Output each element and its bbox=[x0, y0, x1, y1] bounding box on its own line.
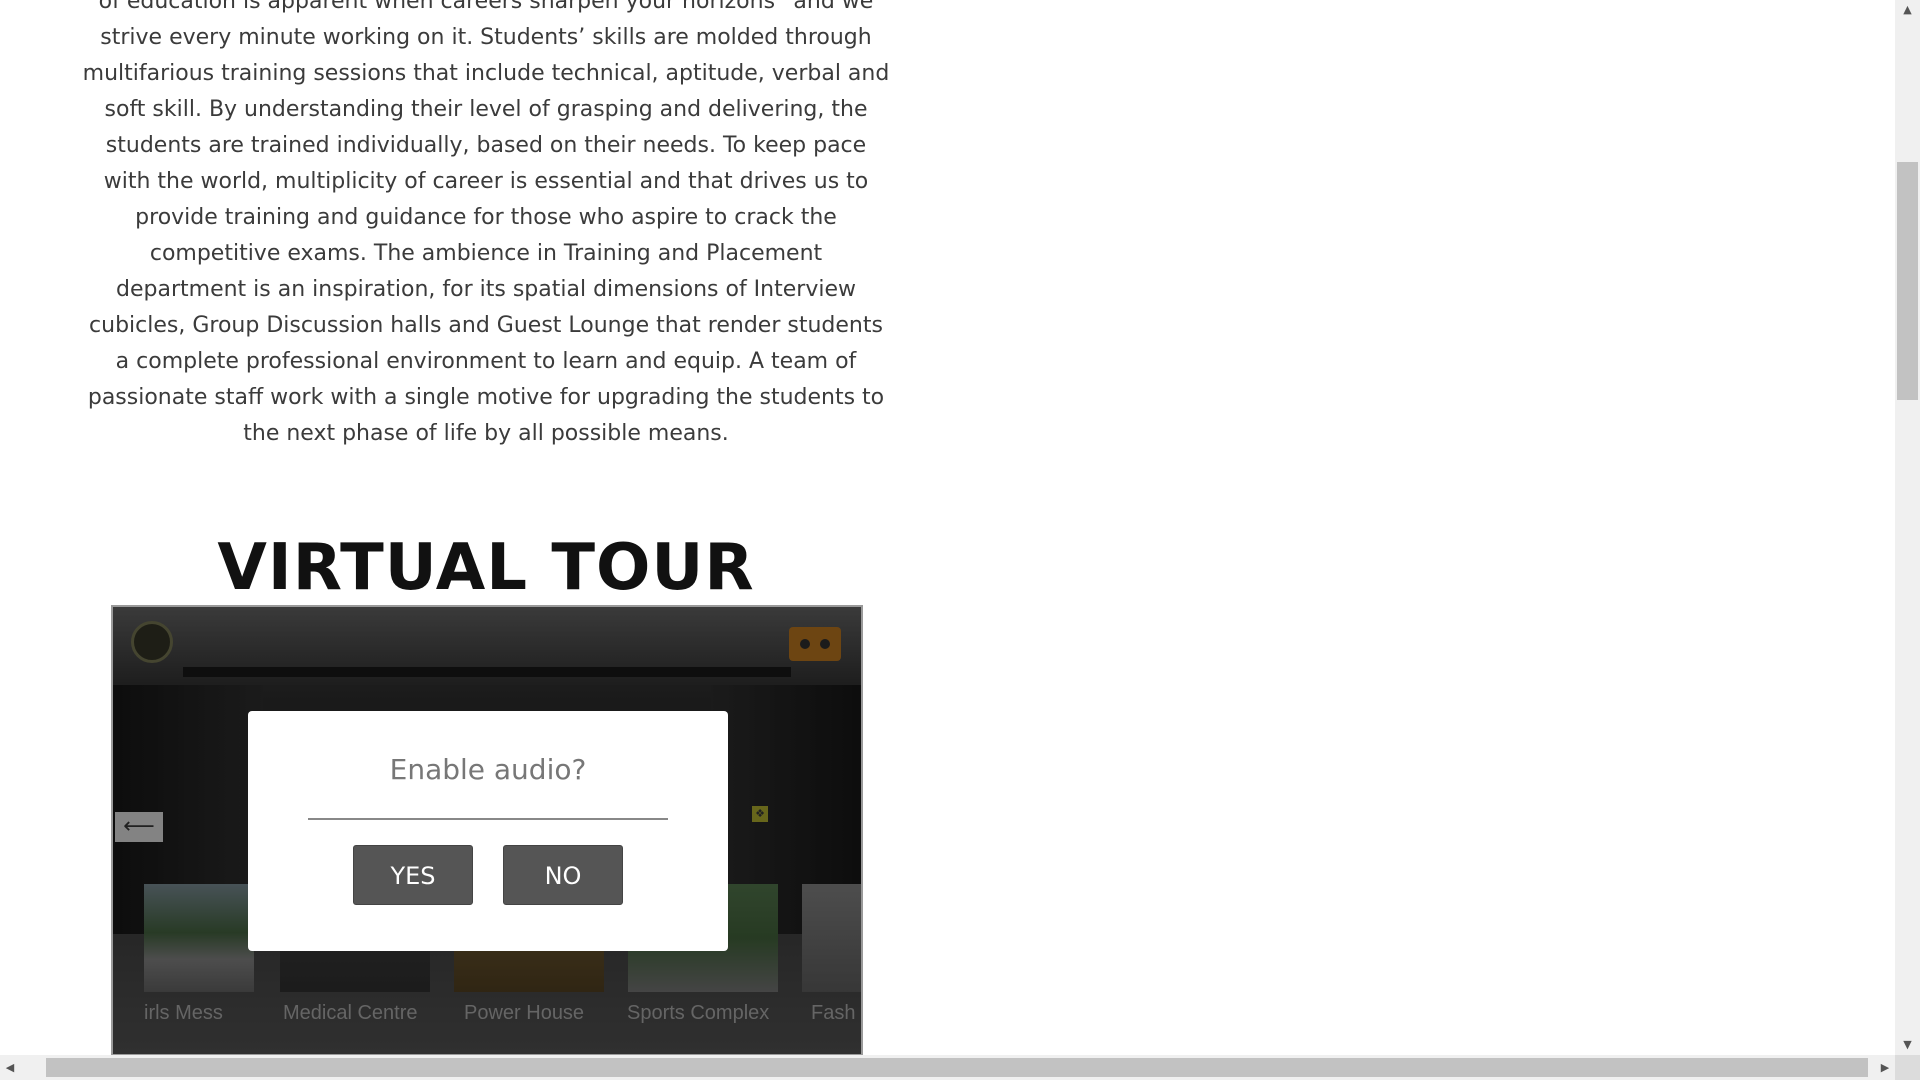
paragraph-line: strive every minute working on it. Stude… bbox=[100, 25, 872, 50]
no-button[interactable]: NO bbox=[503, 845, 623, 905]
virtual-tour-viewer[interactable]: ⟵ ❖ irls Mess Medical Centre Power House… bbox=[111, 605, 863, 1055]
paragraph-line: passionate staff work with a single moti… bbox=[87, 385, 885, 410]
dialog-title: Enable audio? bbox=[389, 753, 587, 786]
paragraph-line: students are trained individually, based… bbox=[105, 133, 867, 158]
paragraph-line: with the world, multiplicity of career i… bbox=[103, 169, 869, 194]
paragraph-line: a complete professional environment to l… bbox=[115, 349, 857, 374]
paragraph-line: competitive exams. The ambience in Train… bbox=[149, 241, 823, 266]
paragraph-line: the next phase of life by all possible m… bbox=[243, 421, 729, 446]
paragraph-line: soft skill. By understanding their level… bbox=[104, 97, 868, 122]
page-content: of education is apparent when careers sh… bbox=[0, 0, 1895, 1055]
scroll-down-icon[interactable]: ▼ bbox=[1895, 1035, 1920, 1055]
dialog-divider bbox=[308, 818, 668, 820]
vertical-scrollbar[interactable]: ▲ ▼ bbox=[1895, 0, 1920, 1055]
scroll-right-icon[interactable]: ▶ bbox=[1875, 1055, 1895, 1080]
vertical-scroll-thumb[interactable] bbox=[1897, 162, 1918, 400]
paragraph-line: of education is apparent when careers sh… bbox=[98, 0, 874, 14]
paragraph-line: department is an inspiration, for its sp… bbox=[116, 277, 856, 302]
enable-audio-dialog: Enable audio? YES NO bbox=[248, 711, 728, 951]
horizontal-scroll-thumb[interactable] bbox=[46, 1058, 1868, 1077]
paragraph-line: multifarious training sessions that incl… bbox=[82, 61, 890, 86]
paragraph-line: provide training and guidance for those … bbox=[135, 205, 837, 230]
horizontal-scrollbar[interactable]: ◀ ▶ bbox=[0, 1055, 1895, 1080]
yes-button[interactable]: YES bbox=[353, 845, 473, 905]
paragraph-line: cubicles, Group Discussion halls and Gue… bbox=[89, 313, 883, 338]
scroll-left-icon[interactable]: ◀ bbox=[0, 1055, 20, 1080]
placement-description: of education is apparent when careers sh… bbox=[68, 0, 904, 452]
scroll-up-icon[interactable]: ▲ bbox=[1895, 0, 1920, 20]
scrollbar-corner bbox=[1895, 1055, 1920, 1080]
virtual-tour-heading: VIRTUAL TOUR bbox=[217, 531, 755, 605]
